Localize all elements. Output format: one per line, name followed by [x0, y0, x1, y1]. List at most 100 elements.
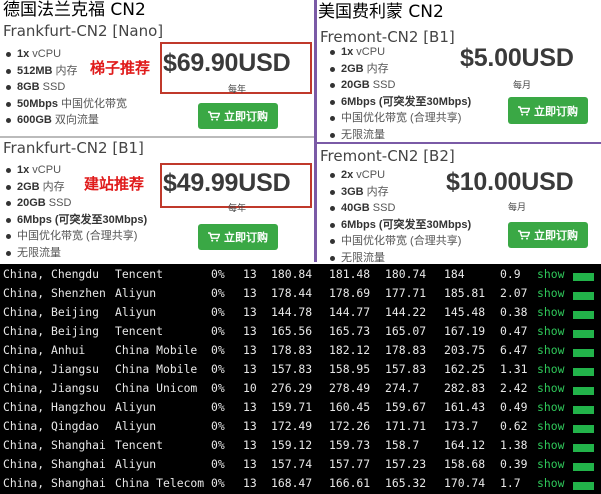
ping-provider: Aliyun	[115, 400, 157, 414]
spec-item: 中国优化带宽 (合理共享)	[327, 233, 471, 250]
ping-show-link[interactable]: show	[537, 322, 564, 341]
ping-sent: 13	[243, 362, 257, 376]
ping-avg: 168.47	[271, 476, 313, 490]
left-horizontal-divider	[0, 136, 314, 138]
spec-item: 中国优化带宽 (合理共享)	[3, 228, 147, 245]
ping-best: 178.83	[385, 343, 427, 357]
ping-stdev: 0.9	[500, 267, 521, 281]
order-button-label: 立即订购	[224, 232, 268, 244]
cart-icon	[208, 111, 220, 121]
order-button-label: 立即订购	[534, 105, 578, 118]
spec-item: 中国优化带宽 (合理共享)	[327, 110, 471, 127]
order-button-label: 立即订购	[534, 230, 578, 242]
ping-provider: Aliyun	[115, 457, 157, 471]
ping-show-link[interactable]: show	[537, 474, 564, 493]
spec-item: 20GB SSD	[3, 195, 147, 212]
cart-icon	[518, 230, 530, 240]
ping-last: 144.77	[329, 305, 371, 319]
latency-bar	[573, 349, 594, 357]
plan-price: $69.90USD	[163, 49, 291, 77]
spec-item: 40GB SSD	[327, 200, 471, 217]
ping-stdev: 1.38	[500, 438, 528, 452]
billing-period: 每年	[228, 84, 247, 94]
ping-stdev: 0.47	[500, 324, 528, 338]
ping-show-link[interactable]: show	[537, 436, 564, 455]
ping-show-link[interactable]: show	[537, 360, 564, 379]
ping-show-link[interactable]: show	[537, 417, 564, 436]
spec-item: 8GB SSD	[3, 79, 127, 96]
latency-bar	[573, 406, 594, 414]
ping-last: 158.95	[329, 362, 371, 376]
ping-loss: 0%	[211, 457, 225, 471]
ping-stdev: 0.49	[500, 400, 528, 414]
ping-show-link[interactable]: show	[537, 341, 564, 360]
ping-last: 165.73	[329, 324, 371, 338]
ping-last: 178.69	[329, 286, 371, 300]
ping-worst: 173.7	[444, 419, 479, 433]
plan-name: Frankfurt-CN2 [Nano]	[3, 22, 164, 40]
ping-sent: 13	[243, 324, 257, 338]
ping-avg: 178.44	[271, 286, 313, 300]
plan-price: $49.99USD	[163, 169, 291, 197]
plan-price: $10.00USD	[446, 168, 574, 196]
ping-location: China, Shanghai	[3, 476, 106, 490]
plan-name: Fremont-CN2 [B2]	[320, 147, 455, 165]
ping-best: 274.7	[385, 381, 420, 395]
ping-avg: 157.83	[271, 362, 313, 376]
ping-location: China, Jiangsu	[3, 381, 100, 395]
ping-sent: 13	[243, 343, 257, 357]
ping-location: China, Shenzhen	[3, 286, 106, 300]
ping-best: 180.74	[385, 267, 427, 281]
ping-row: China, Shanghai Aliyun 0% 13 157.74 157.77 157…	[0, 455, 601, 474]
plan-price: $5.00USD	[460, 44, 574, 72]
billing-period: 每月	[513, 80, 532, 90]
ping-row: China, Shanghai Tencent 0% 13 159.12 159.73 15…	[0, 436, 601, 455]
ping-loss: 0%	[211, 286, 225, 300]
ping-show-link[interactable]: show	[537, 398, 564, 417]
ping-avg: 159.12	[271, 438, 313, 452]
ping-show-link[interactable]: show	[537, 379, 564, 398]
ping-worst: 203.75	[444, 343, 486, 357]
ping-last: 166.61	[329, 476, 371, 490]
latency-bar	[573, 292, 594, 300]
ping-best: 165.07	[385, 324, 427, 338]
spec-item: 600GB 双向流量	[3, 112, 127, 129]
ping-best: 171.71	[385, 419, 427, 433]
ping-provider: Tencent	[115, 267, 164, 281]
ping-show-link[interactable]: show	[537, 284, 564, 303]
ping-avg: 157.74	[271, 457, 313, 471]
ping-show-link[interactable]: show	[537, 303, 564, 322]
ping-location: China, Qingdao	[3, 419, 100, 433]
cart-icon	[208, 232, 220, 242]
ping-worst: 145.48	[444, 305, 486, 319]
ping-loss: 0%	[211, 267, 225, 281]
spec-item: 无限流量	[3, 245, 147, 262]
ping-provider: China Unicom	[115, 381, 198, 395]
ping-location: China, Hangzhou	[3, 400, 106, 414]
billing-period: 每年	[228, 203, 247, 213]
order-button[interactable]: 立即订购	[198, 224, 278, 250]
ping-location: China, Shanghai	[3, 438, 106, 452]
order-button[interactable]: 立即订购	[508, 222, 588, 248]
latency-bar	[573, 387, 594, 395]
ping-stdev: 0.39	[500, 457, 528, 471]
spec-item: 无限流量	[327, 127, 471, 144]
plan-name: Frankfurt-CN2 [B1]	[3, 139, 144, 157]
ping-avg: 144.78	[271, 305, 313, 319]
ping-location: China, Beijing	[3, 324, 100, 338]
order-button[interactable]: 立即订购	[198, 103, 278, 129]
ping-show-link[interactable]: show	[537, 455, 564, 474]
left-region-title: 德国法兰克福 CN2	[3, 0, 146, 20]
ping-loss: 0%	[211, 362, 225, 376]
ping-sent: 10	[243, 381, 257, 395]
ping-worst: 282.83	[444, 381, 486, 395]
ping-show-link[interactable]: show	[537, 265, 564, 284]
ping-loss: 0%	[211, 381, 225, 395]
order-button[interactable]: 立即订购	[508, 97, 588, 124]
ping-best: 157.83	[385, 362, 427, 376]
ping-avg: 172.49	[271, 419, 313, 433]
latency-bar	[573, 368, 594, 376]
ping-row: China, Hangzhou Aliyun 0% 13 159.71 160.45 159…	[0, 398, 601, 417]
billing-period: 每月	[508, 202, 527, 212]
ping-stdev: 0.38	[500, 305, 528, 319]
